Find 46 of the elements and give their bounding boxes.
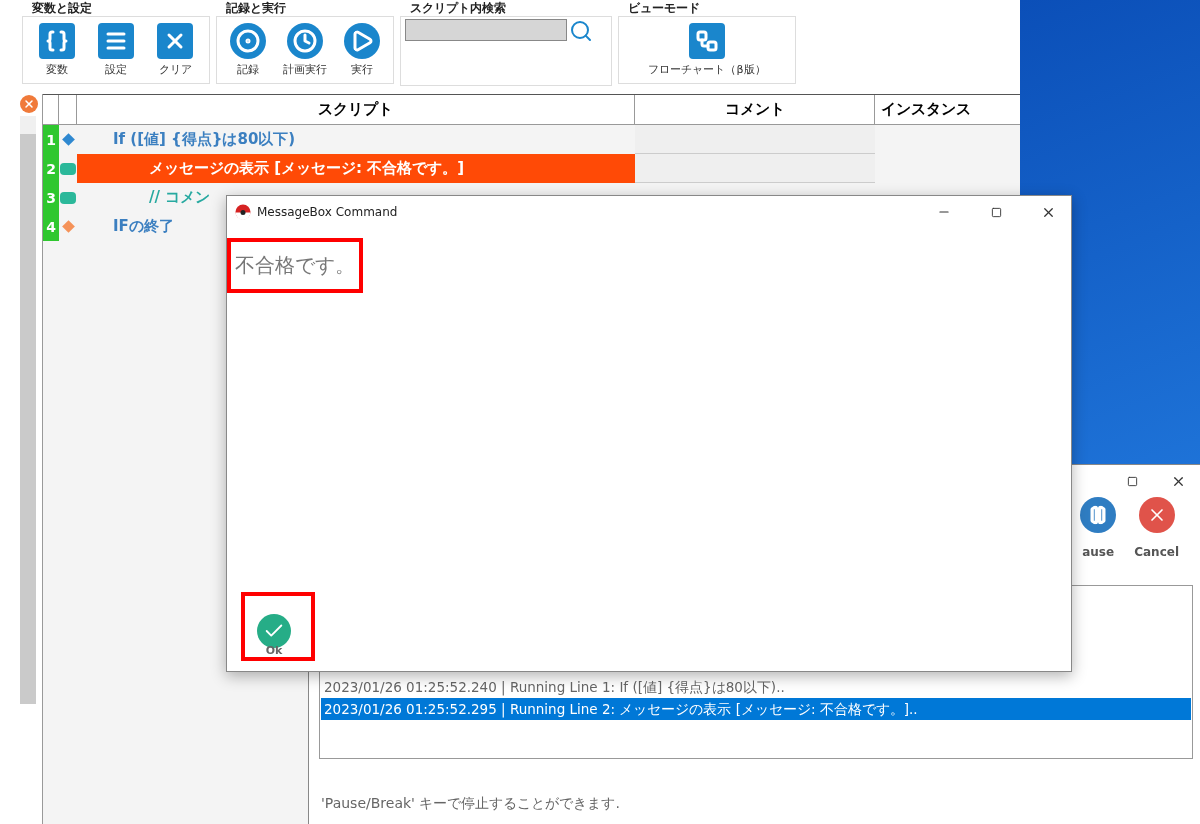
- pause-icon: [1080, 497, 1117, 533]
- ok-button[interactable]: Ok: [245, 596, 311, 657]
- line-number: 2: [43, 154, 59, 183]
- ribbon-button[interactable]: フローチャート（β版）: [648, 23, 766, 77]
- check-icon: [257, 614, 291, 648]
- line-number: 3: [43, 183, 59, 212]
- column-header[interactable]: スクリプト: [77, 95, 635, 125]
- chat-icon: [60, 162, 76, 175]
- maximize-icon: [1126, 475, 1138, 487]
- column-header[interactable]: インスタンス: [875, 95, 1020, 125]
- hint-text: 'Pause/Break' キーで停止することができます.: [320, 794, 621, 813]
- ribbon-button[interactable]: クリア: [157, 23, 194, 77]
- search-icon[interactable]: [569, 19, 593, 43]
- maximize-icon: [990, 206, 1002, 218]
- group-title: ビューモード: [627, 0, 700, 16]
- group-title: 記録と実行: [225, 0, 286, 16]
- message-text: 不合格です。: [234, 252, 356, 279]
- window-title: MessageBox Command: [257, 205, 399, 219]
- ball-icon: [235, 204, 251, 220]
- ribbon-button[interactable]: 実行: [344, 23, 381, 77]
- play-icon: [344, 23, 381, 59]
- comment-cell[interactable]: [635, 125, 875, 154]
- cancel-button[interactable]: Cancel: [1134, 497, 1179, 585]
- script-line[interactable]: If ([値] {得点}は80以下): [77, 125, 635, 154]
- comment-cell[interactable]: [635, 154, 875, 183]
- ribbon-button[interactable]: 記録: [229, 23, 266, 77]
- search-field[interactable]: [405, 19, 567, 41]
- line-number: 1: [43, 125, 59, 154]
- group-title: スクリプト内検索: [409, 0, 506, 16]
- close-icon: [1138, 497, 1175, 533]
- record-icon: [229, 23, 266, 59]
- ribbon-button[interactable]: 計画実行: [283, 23, 327, 77]
- log-line[interactable]: 2023/01/26 01:25:52.240 | Running Line 1: If ([値] {得点}は80以下)..: [321, 676, 1191, 698]
- scrollbar[interactable]: [20, 116, 36, 704]
- clock-icon: [287, 23, 323, 59]
- close-icon[interactable]: [20, 95, 38, 113]
- ribbon-button[interactable]: 設定: [98, 23, 134, 77]
- x-icon: [157, 23, 194, 59]
- group-title: 変数と設定: [31, 0, 92, 16]
- flowchart-icon: [689, 23, 725, 59]
- braces-icon: [38, 23, 75, 59]
- menu-icon: [98, 23, 134, 59]
- pause-button[interactable]: ause: [1080, 497, 1117, 585]
- ribbon-button[interactable]: 変数: [38, 23, 75, 77]
- line-number: 4: [43, 212, 59, 241]
- chat-icon: [60, 191, 76, 204]
